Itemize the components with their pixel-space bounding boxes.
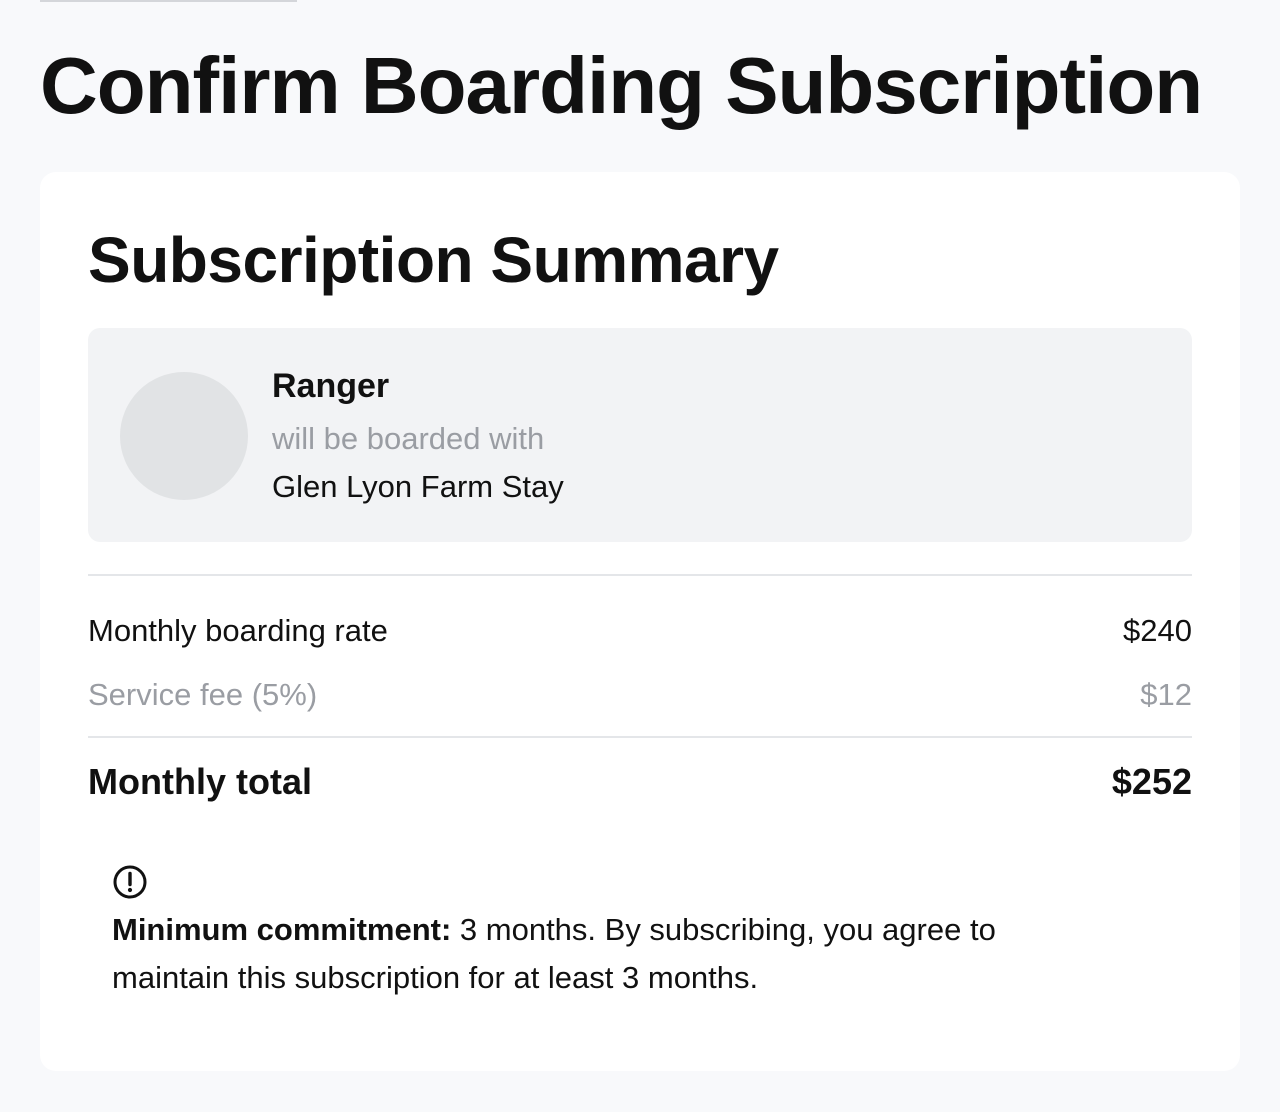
service-fee-row: Service fee (5%) $12 (88, 674, 1192, 716)
pet-name: Ranger (272, 367, 390, 405)
monthly-total-row: Monthly total $252 (88, 758, 1192, 806)
divider (88, 736, 1192, 738)
pet-info-box: Ranger will be boarded with Glen Lyon Fa… (88, 328, 1192, 542)
alert-circle-icon (113, 865, 147, 899)
top-divider (40, 0, 297, 2)
monthly-rate-value: $240 (1123, 613, 1192, 648)
service-fee-label: Service fee (5%) (88, 677, 318, 712)
subscription-summary-card: Subscription Summary Ranger will be boar… (40, 172, 1240, 1071)
divider (88, 574, 1192, 576)
pet-avatar (120, 372, 248, 500)
summary-title: Subscription Summary (88, 224, 779, 296)
monthly-total-value: $252 (1111, 761, 1192, 802)
monthly-rate-row: Monthly boarding rate $240 (88, 610, 1192, 652)
commitment-label: Minimum commitment: (112, 912, 452, 947)
pet-boarding-caption: will be boarded with (272, 421, 545, 456)
commitment-notice-text: Minimum commitment: 3 months. By subscri… (112, 906, 1112, 1002)
provider-name: Glen Lyon Farm Stay (272, 469, 564, 504)
monthly-rate-label: Monthly boarding rate (88, 613, 388, 648)
page-title: Confirm Boarding Subscription (40, 41, 1203, 130)
monthly-total-label: Monthly total (88, 761, 312, 802)
service-fee-value: $12 (1140, 677, 1192, 712)
commitment-notice: Minimum commitment: 3 months. By subscri… (112, 864, 1112, 1002)
